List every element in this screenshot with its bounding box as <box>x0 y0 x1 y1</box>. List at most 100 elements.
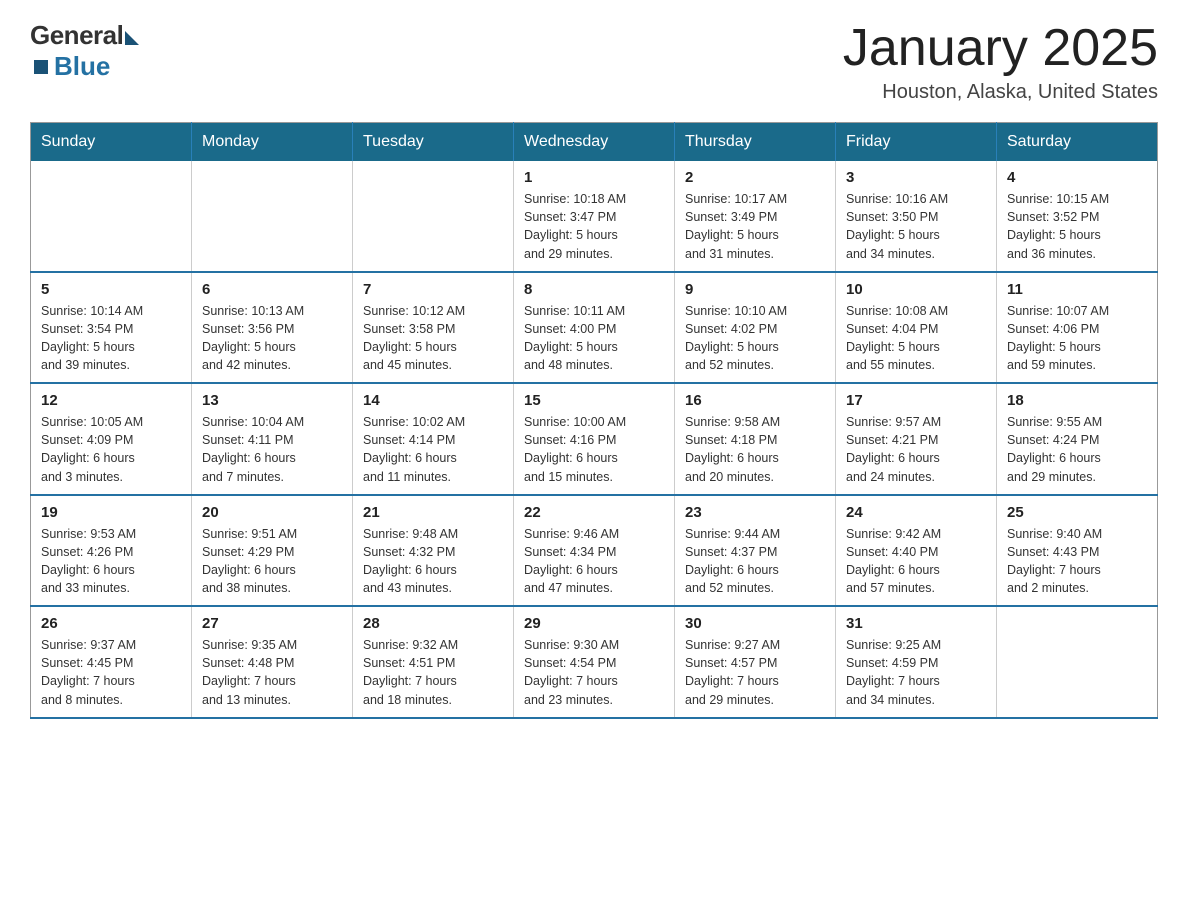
day-info: Sunrise: 10:00 AM Sunset: 4:16 PM Daylig… <box>524 413 664 486</box>
calendar-cell: 10 Sunrise: 10:08 AM Sunset: 4:04 PM Dayl… <box>836 272 997 384</box>
day-info: Sunrise: 9:42 AM Sunset: 4:40 PM Dayligh… <box>846 525 986 598</box>
day-number: 18 <box>1007 392 1147 409</box>
calendar-cell: 25Sunrise: 9:40 AM Sunset: 4:43 PM Dayli… <box>997 495 1158 607</box>
day-info: Sunrise: 10:15 AM Sunset: 3:52 PM Daylig… <box>1007 190 1147 263</box>
day-info: Sunrise: 9:35 AM Sunset: 4:48 PM Dayligh… <box>202 636 342 709</box>
day-info: Sunrise: 9:27 AM Sunset: 4:57 PM Dayligh… <box>685 636 825 709</box>
calendar-cell <box>353 161 514 272</box>
calendar-week-row: 5 Sunrise: 10:14 AM Sunset: 3:54 PM Dayli… <box>31 272 1158 384</box>
calendar-cell: 18 Sunrise: 9:55 AM Sunset: 4:24 PM Dayli… <box>997 383 1158 495</box>
logo-general-text: General <box>30 20 123 51</box>
calendar-cell: 23Sunrise: 9:44 AM Sunset: 4:37 PM Dayli… <box>675 495 836 607</box>
calendar-cell: 12Sunrise: 10:05 AM Sunset: 4:09 PM Dayl… <box>31 383 192 495</box>
day-info: Sunrise: 10:12 AM Sunset: 3:58 PM Daylig… <box>363 302 503 375</box>
day-info: Sunrise: 9:25 AM Sunset: 4:59 PM Dayligh… <box>846 636 986 709</box>
day-info: Sunrise: 10:16 AM Sunset: 3:50 PM Daylig… <box>846 190 986 263</box>
day-info: Sunrise: 9:46 AM Sunset: 4:34 PM Dayligh… <box>524 525 664 598</box>
calendar-cell: 26 Sunrise: 9:37 AM Sunset: 4:45 PM Dayli… <box>31 606 192 718</box>
calendar-cell: 15 Sunrise: 10:00 AM Sunset: 4:16 PM Dayl… <box>514 383 675 495</box>
day-info: Sunrise: 9:51 AM Sunset: 4:29 PM Dayligh… <box>202 525 342 598</box>
day-number: 6 <box>202 281 342 298</box>
weekday-header-friday: Friday <box>836 123 997 162</box>
day-number: 9 <box>685 281 825 298</box>
calendar-cell: 19 Sunrise: 9:53 AM Sunset: 4:26 PM Dayli… <box>31 495 192 607</box>
calendar-cell: 16 Sunrise: 9:58 AM Sunset: 4:18 PM Dayli… <box>675 383 836 495</box>
calendar-cell: 21 Sunrise: 9:48 AM Sunset: 4:32 PM Dayli… <box>353 495 514 607</box>
day-info: Sunrise: 9:48 AM Sunset: 4:32 PM Dayligh… <box>363 525 503 598</box>
calendar-cell: 6 Sunrise: 10:13 AM Sunset: 3:56 PM Dayli… <box>192 272 353 384</box>
day-number: 1 <box>524 169 664 186</box>
day-number: 25 <box>1007 504 1147 521</box>
day-number: 12 <box>41 392 181 409</box>
day-number: 16 <box>685 392 825 409</box>
day-info: Sunrise: 10:17 AM Sunset: 3:49 PM Daylig… <box>685 190 825 263</box>
day-number: 7 <box>363 281 503 298</box>
day-info: Sunrise: 10:13 AM Sunset: 3:56 PM Daylig… <box>202 302 342 375</box>
title-area: January 2025 Houston, Alaska, United Sta… <box>843 20 1158 104</box>
calendar-cell: 7 Sunrise: 10:12 AM Sunset: 3:58 PM Dayli… <box>353 272 514 384</box>
weekday-header-row: SundayMondayTuesdayWednesdayThursdayFrid… <box>31 123 1158 162</box>
day-info: Sunrise: 9:37 AM Sunset: 4:45 PM Dayligh… <box>41 636 181 709</box>
day-info: Sunrise: 9:55 AM Sunset: 4:24 PM Dayligh… <box>1007 413 1147 486</box>
day-number: 22 <box>524 504 664 521</box>
calendar-cell: 24 Sunrise: 9:42 AM Sunset: 4:40 PM Dayli… <box>836 495 997 607</box>
day-info: Sunrise: 9:32 AM Sunset: 4:51 PM Dayligh… <box>363 636 503 709</box>
day-number: 2 <box>685 169 825 186</box>
calendar-cell <box>997 606 1158 718</box>
day-info: Sunrise: 10:04 AM Sunset: 4:11 PM Daylig… <box>202 413 342 486</box>
day-number: 5 <box>41 281 181 298</box>
day-number: 24 <box>846 504 986 521</box>
logo-arrow-icon <box>125 31 139 45</box>
day-number: 17 <box>846 392 986 409</box>
page-header: General Blue January 2025 Houston, Alask… <box>30 20 1158 104</box>
day-number: 10 <box>846 281 986 298</box>
calendar-cell: 30 Sunrise: 9:27 AM Sunset: 4:57 PM Dayli… <box>675 606 836 718</box>
calendar-cell: 27 Sunrise: 9:35 AM Sunset: 4:48 PM Dayli… <box>192 606 353 718</box>
calendar-cell: 29 Sunrise: 9:30 AM Sunset: 4:54 PM Dayli… <box>514 606 675 718</box>
calendar-cell: 31 Sunrise: 9:25 AM Sunset: 4:59 PM Dayli… <box>836 606 997 718</box>
calendar-cell: 1Sunrise: 10:18 AM Sunset: 3:47 PM Dayli… <box>514 161 675 272</box>
calendar-cell: 3Sunrise: 10:16 AM Sunset: 3:50 PM Dayli… <box>836 161 997 272</box>
day-number: 31 <box>846 615 986 632</box>
day-number: 14 <box>363 392 503 409</box>
day-info: Sunrise: 9:30 AM Sunset: 4:54 PM Dayligh… <box>524 636 664 709</box>
month-title: January 2025 <box>843 20 1158 77</box>
day-info: Sunrise: 9:44 AM Sunset: 4:37 PM Dayligh… <box>685 525 825 598</box>
calendar-cell <box>192 161 353 272</box>
calendar-week-row: 12Sunrise: 10:05 AM Sunset: 4:09 PM Dayl… <box>31 383 1158 495</box>
day-number: 13 <box>202 392 342 409</box>
calendar-cell: 28 Sunrise: 9:32 AM Sunset: 4:51 PM Dayli… <box>353 606 514 718</box>
weekday-header-saturday: Saturday <box>997 123 1158 162</box>
day-info: Sunrise: 10:08 AM Sunset: 4:04 PM Daylig… <box>846 302 986 375</box>
day-number: 26 <box>41 615 181 632</box>
weekday-header-thursday: Thursday <box>675 123 836 162</box>
day-number: 30 <box>685 615 825 632</box>
day-info: Sunrise: 10:10 AM Sunset: 4:02 PM Daylig… <box>685 302 825 375</box>
calendar-table: SundayMondayTuesdayWednesdayThursdayFrid… <box>30 122 1158 719</box>
calendar-cell: 2 Sunrise: 10:17 AM Sunset: 3:49 PM Dayli… <box>675 161 836 272</box>
day-number: 20 <box>202 504 342 521</box>
day-info: Sunrise: 10:11 AM Sunset: 4:00 PM Daylig… <box>524 302 664 375</box>
calendar-cell: 5 Sunrise: 10:14 AM Sunset: 3:54 PM Dayli… <box>31 272 192 384</box>
calendar-cell: 13 Sunrise: 10:04 AM Sunset: 4:11 PM Dayl… <box>192 383 353 495</box>
calendar-cell: 8Sunrise: 10:11 AM Sunset: 4:00 PM Dayli… <box>514 272 675 384</box>
logo: General Blue <box>30 20 139 82</box>
day-number: 29 <box>524 615 664 632</box>
calendar-week-row: 19 Sunrise: 9:53 AM Sunset: 4:26 PM Dayli… <box>31 495 1158 607</box>
day-info: Sunrise: 10:14 AM Sunset: 3:54 PM Daylig… <box>41 302 181 375</box>
calendar-cell <box>31 161 192 272</box>
calendar-week-row: 1Sunrise: 10:18 AM Sunset: 3:47 PM Dayli… <box>31 161 1158 272</box>
day-number: 21 <box>363 504 503 521</box>
calendar-cell: 20 Sunrise: 9:51 AM Sunset: 4:29 PM Dayli… <box>192 495 353 607</box>
day-info: Sunrise: 9:53 AM Sunset: 4:26 PM Dayligh… <box>41 525 181 598</box>
day-number: 28 <box>363 615 503 632</box>
weekday-header-wednesday: Wednesday <box>514 123 675 162</box>
calendar-body: 1Sunrise: 10:18 AM Sunset: 3:47 PM Dayli… <box>31 161 1158 718</box>
day-number: 4 <box>1007 169 1147 186</box>
day-number: 15 <box>524 392 664 409</box>
calendar-cell: 14Sunrise: 10:02 AM Sunset: 4:14 PM Dayl… <box>353 383 514 495</box>
day-number: 27 <box>202 615 342 632</box>
day-info: Sunrise: 9:58 AM Sunset: 4:18 PM Dayligh… <box>685 413 825 486</box>
day-number: 19 <box>41 504 181 521</box>
weekday-header-monday: Monday <box>192 123 353 162</box>
